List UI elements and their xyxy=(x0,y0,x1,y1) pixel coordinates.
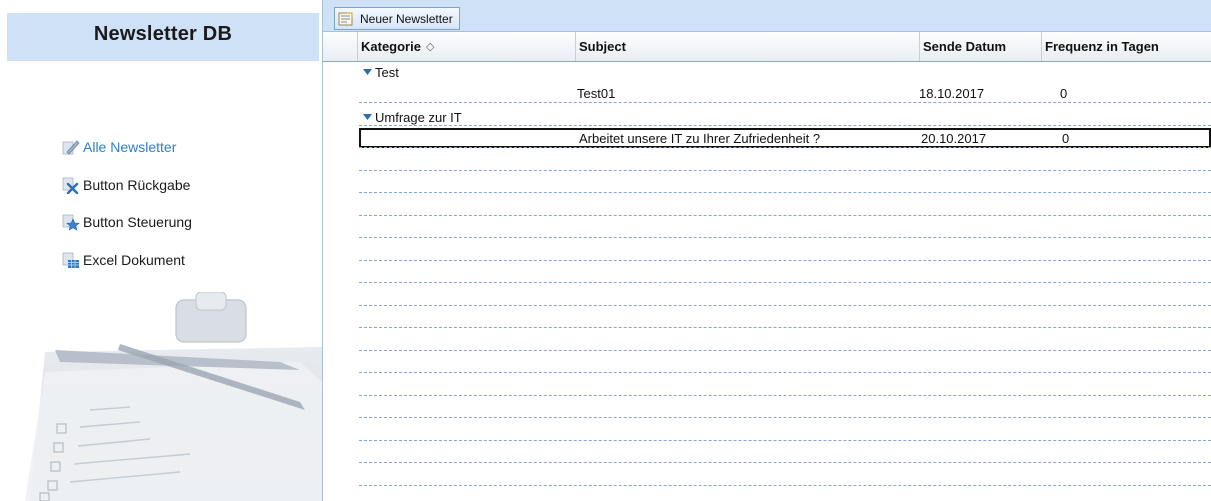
new-newsletter-label: Neuer Newsletter xyxy=(360,11,453,26)
toolbar: Neuer Newsletter xyxy=(323,0,1211,32)
grid-row-line xyxy=(359,372,1211,373)
grid-row-line xyxy=(359,485,1211,486)
grid-row-line xyxy=(359,260,1211,261)
group-label: Umfrage zur IT xyxy=(375,109,462,125)
nav-item-alle-newsletter[interactable]: Alle Newsletter xyxy=(62,136,176,158)
expand-triangle-icon xyxy=(363,114,372,120)
column-header-frequenz[interactable]: Frequenz in Tagen xyxy=(1041,32,1211,61)
app-title: Newsletter DB xyxy=(93,22,233,45)
column-header-label: Sende Datum xyxy=(923,39,1007,54)
grid-row-line xyxy=(359,350,1211,351)
grid-row-line xyxy=(359,192,1211,193)
sidebar: Newsletter DB Alle Newsletter Button Rüc… xyxy=(0,0,323,501)
grid-row-line xyxy=(359,417,1211,418)
group-label: Test xyxy=(375,64,399,80)
grid-row-line xyxy=(359,395,1211,396)
table-row-selected[interactable]: Arbeitet unsere IT zu Ihrer Zufriedenhei… xyxy=(359,128,1211,148)
cell-frequenz: 0 xyxy=(1060,86,1068,101)
cell-sende-datum: 20.10.2017 xyxy=(921,131,987,146)
grid-row-line xyxy=(359,440,1211,441)
nav-item-button-rueckgabe[interactable]: Button Rückgabe xyxy=(62,174,190,196)
nav-item-button-steuerung[interactable]: Button Steuerung xyxy=(62,211,192,233)
column-header-label: Frequenz in Tagen xyxy=(1045,39,1159,54)
nav-label: Alle Newsletter xyxy=(83,139,177,155)
grid-body: Test Test01 18.10.2017 0 Umfrage zur IT … xyxy=(323,62,1211,501)
sort-indicator-icon: ◇ xyxy=(425,41,435,53)
grid-row-line xyxy=(359,237,1211,238)
cell-subject: Test01 xyxy=(577,86,616,101)
grid-row-line xyxy=(359,305,1211,306)
column-header-subject[interactable]: Subject xyxy=(575,32,919,61)
cell-frequenz: 0 xyxy=(1062,131,1070,146)
grid-header: Kategorie ◇ Subject Sende Datum Frequenz… xyxy=(323,32,1211,62)
expand-triangle-icon xyxy=(363,69,372,75)
grid-row-line xyxy=(359,170,1211,171)
column-header-kategorie[interactable]: Kategorie ◇ xyxy=(357,32,575,61)
grid-row-line xyxy=(359,462,1211,463)
table-row[interactable]: Test01 18.10.2017 0 xyxy=(359,83,1211,103)
column-header-label: Kategorie xyxy=(361,39,421,54)
sidebar-header: Newsletter DB xyxy=(7,13,319,61)
grid-row-line xyxy=(359,125,1211,126)
group-row-test[interactable]: Test xyxy=(363,64,399,80)
grid-row-line xyxy=(359,327,1211,328)
new-document-icon xyxy=(338,12,353,25)
star-icon xyxy=(62,214,80,231)
cell-sende-datum: 18.10.2017 xyxy=(919,86,985,101)
grid-row-line xyxy=(359,147,1211,148)
column-header-sende-datum[interactable]: Sende Datum xyxy=(919,32,1041,61)
newsletter-grid: Kategorie ◇ Subject Sende Datum Frequenz… xyxy=(323,32,1211,501)
nav-label: Button Rückgabe xyxy=(83,177,191,193)
spreadsheet-icon xyxy=(62,252,79,268)
pencil-icon xyxy=(62,140,80,155)
grid-row-line xyxy=(359,282,1211,283)
nav-item-excel-dokument[interactable]: Excel Dokument xyxy=(62,249,185,271)
nav-label: Button Steuerung xyxy=(83,214,192,230)
cell-subject: Arbeitet unsere IT zu Ihrer Zufriedenhei… xyxy=(579,131,821,146)
grid-row-line xyxy=(359,102,1211,103)
delete-x-icon xyxy=(62,177,79,194)
grid-row-line xyxy=(359,215,1211,216)
clipboard-illustration xyxy=(25,292,322,501)
nav-label: Excel Dokument xyxy=(83,252,185,268)
new-newsletter-button[interactable]: Neuer Newsletter xyxy=(334,7,460,30)
column-header-label: Subject xyxy=(579,39,626,54)
group-row-umfrage-zur-it[interactable]: Umfrage zur IT xyxy=(363,109,462,125)
